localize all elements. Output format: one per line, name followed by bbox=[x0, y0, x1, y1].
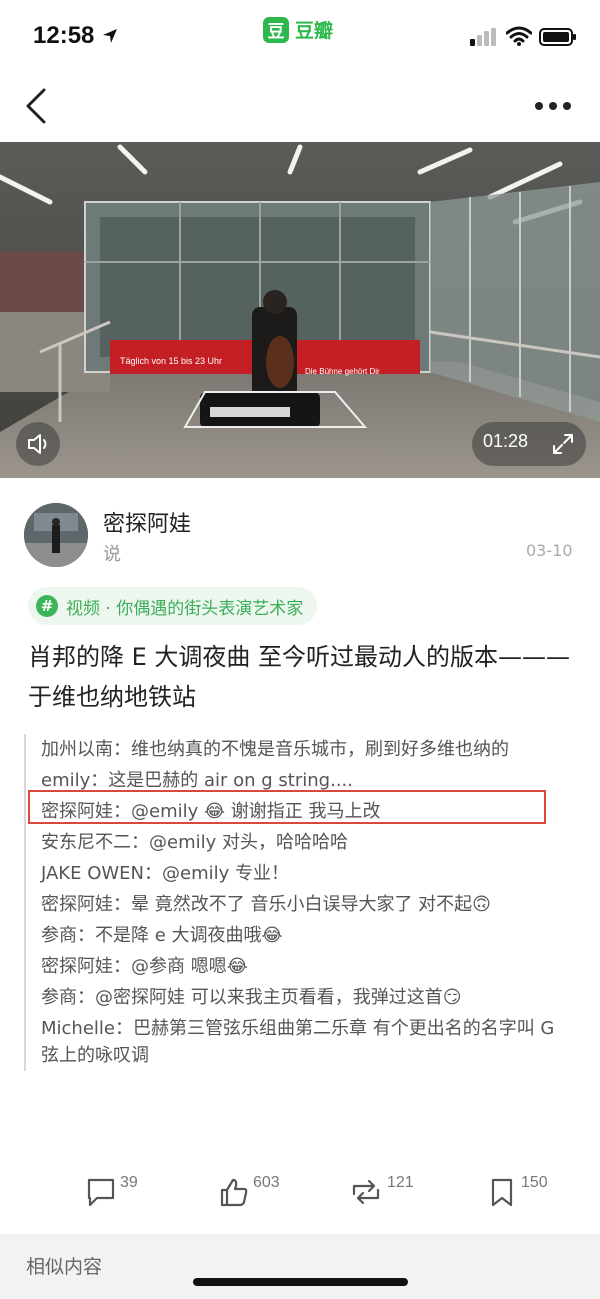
topic-label: 视频 · 你偶遇的街头表演艺术家 bbox=[66, 598, 304, 619]
fullscreen-icon[interactable] bbox=[551, 432, 575, 456]
mute-button[interactable] bbox=[16, 422, 60, 466]
bookmark-icon bbox=[491, 1178, 513, 1207]
status-time: 12:58 bbox=[33, 22, 95, 49]
nav-bar bbox=[0, 70, 600, 142]
more-options-icon[interactable] bbox=[534, 101, 572, 111]
collect-count: 150 bbox=[521, 1174, 548, 1191]
video-duration: 01:28 bbox=[483, 431, 529, 451]
banner-text-right: Die Bühne gehört Dir bbox=[305, 367, 380, 376]
reshare-icon bbox=[352, 1179, 380, 1205]
comment-item: JAKE OWEN：@emily 专业！ bbox=[41, 863, 289, 884]
thumbs-up-icon bbox=[220, 1178, 248, 1207]
collect-action[interactable]: 150 bbox=[488, 1170, 568, 1214]
comment-item: 参商：不是降 e 大调夜曲哦😂 bbox=[41, 925, 283, 946]
comment-item: 加州以南：维也纳真的不愧是音乐城市，刷到好多维也纳的 bbox=[41, 739, 509, 760]
post-title: 肖邦的降 E 大调夜曲 至今听过最动人的版本———于维也纳地铁站 bbox=[28, 643, 571, 711]
post-kind: 说 bbox=[103, 544, 121, 565]
status-bar: 12:58 豆 豆瓣 bbox=[0, 0, 600, 70]
app-name: 豆瓣 bbox=[295, 20, 334, 42]
comment-count: 39 bbox=[120, 1174, 138, 1191]
author-name[interactable]: 密探阿娃 bbox=[103, 506, 191, 538]
reshare-action[interactable]: 121 bbox=[349, 1170, 429, 1214]
like-action[interactable]: 603 bbox=[218, 1170, 298, 1214]
comment-item: 密探阿娃：晕 竟然改不了 音乐小白误导大家了 对不起🙃 bbox=[41, 894, 491, 915]
similar-content-label[interactable]: 相似内容 bbox=[26, 1252, 102, 1279]
hashtag-icon: # bbox=[36, 595, 58, 617]
comment-icon bbox=[87, 1178, 115, 1207]
post-date: 03-10 bbox=[526, 541, 573, 560]
comment-item: 密探阿娃：@参商 嗯嗯😂 bbox=[41, 956, 248, 977]
comment-action[interactable]: 39 bbox=[86, 1170, 156, 1214]
douban-logo-icon: 豆 bbox=[263, 16, 289, 43]
comment-item: 参商：@密探阿娃 可以来我主页看看，我弹过这首😏 bbox=[41, 987, 462, 1008]
reshare-count: 121 bbox=[387, 1174, 414, 1191]
app-badge: 豆 豆瓣 bbox=[263, 16, 333, 43]
avatar[interactable] bbox=[24, 503, 88, 567]
speaker-icon bbox=[28, 434, 47, 454]
topic-chip[interactable]: # 视频 · 你偶遇的街头表演艺术家 bbox=[28, 587, 318, 625]
like-count: 603 bbox=[253, 1174, 280, 1191]
comment-item: Michelle：巴赫第三管弦乐组曲第二乐章 有个更出名的名字叫 G 弦上的咏叹… bbox=[41, 1018, 555, 1066]
battery-icon bbox=[539, 28, 576, 46]
location-arrow-icon bbox=[103, 29, 117, 43]
video-player[interactable]: Täglich von 15 bis 23 Uhr Die Bühne gehö… bbox=[0, 142, 600, 478]
back-arrow-icon[interactable] bbox=[24, 88, 48, 124]
comment-thread: 加州以南：维也纳真的不愧是音乐城市，刷到好多维也纳的 emily：这是巴赫的 a… bbox=[24, 734, 564, 1071]
home-indicator bbox=[193, 1278, 408, 1286]
wifi-icon bbox=[506, 26, 532, 46]
cell-signal-icon bbox=[470, 28, 496, 46]
action-bar: 39 603 121 150 bbox=[0, 1170, 600, 1218]
comment-item: 安东尼不二：@emily 对头，哈哈哈哈 bbox=[41, 832, 348, 853]
avatar-image bbox=[24, 503, 88, 567]
highlight-annotation-box bbox=[28, 790, 546, 824]
banner-text-left: Täglich von 15 bis 23 Uhr bbox=[120, 356, 222, 366]
